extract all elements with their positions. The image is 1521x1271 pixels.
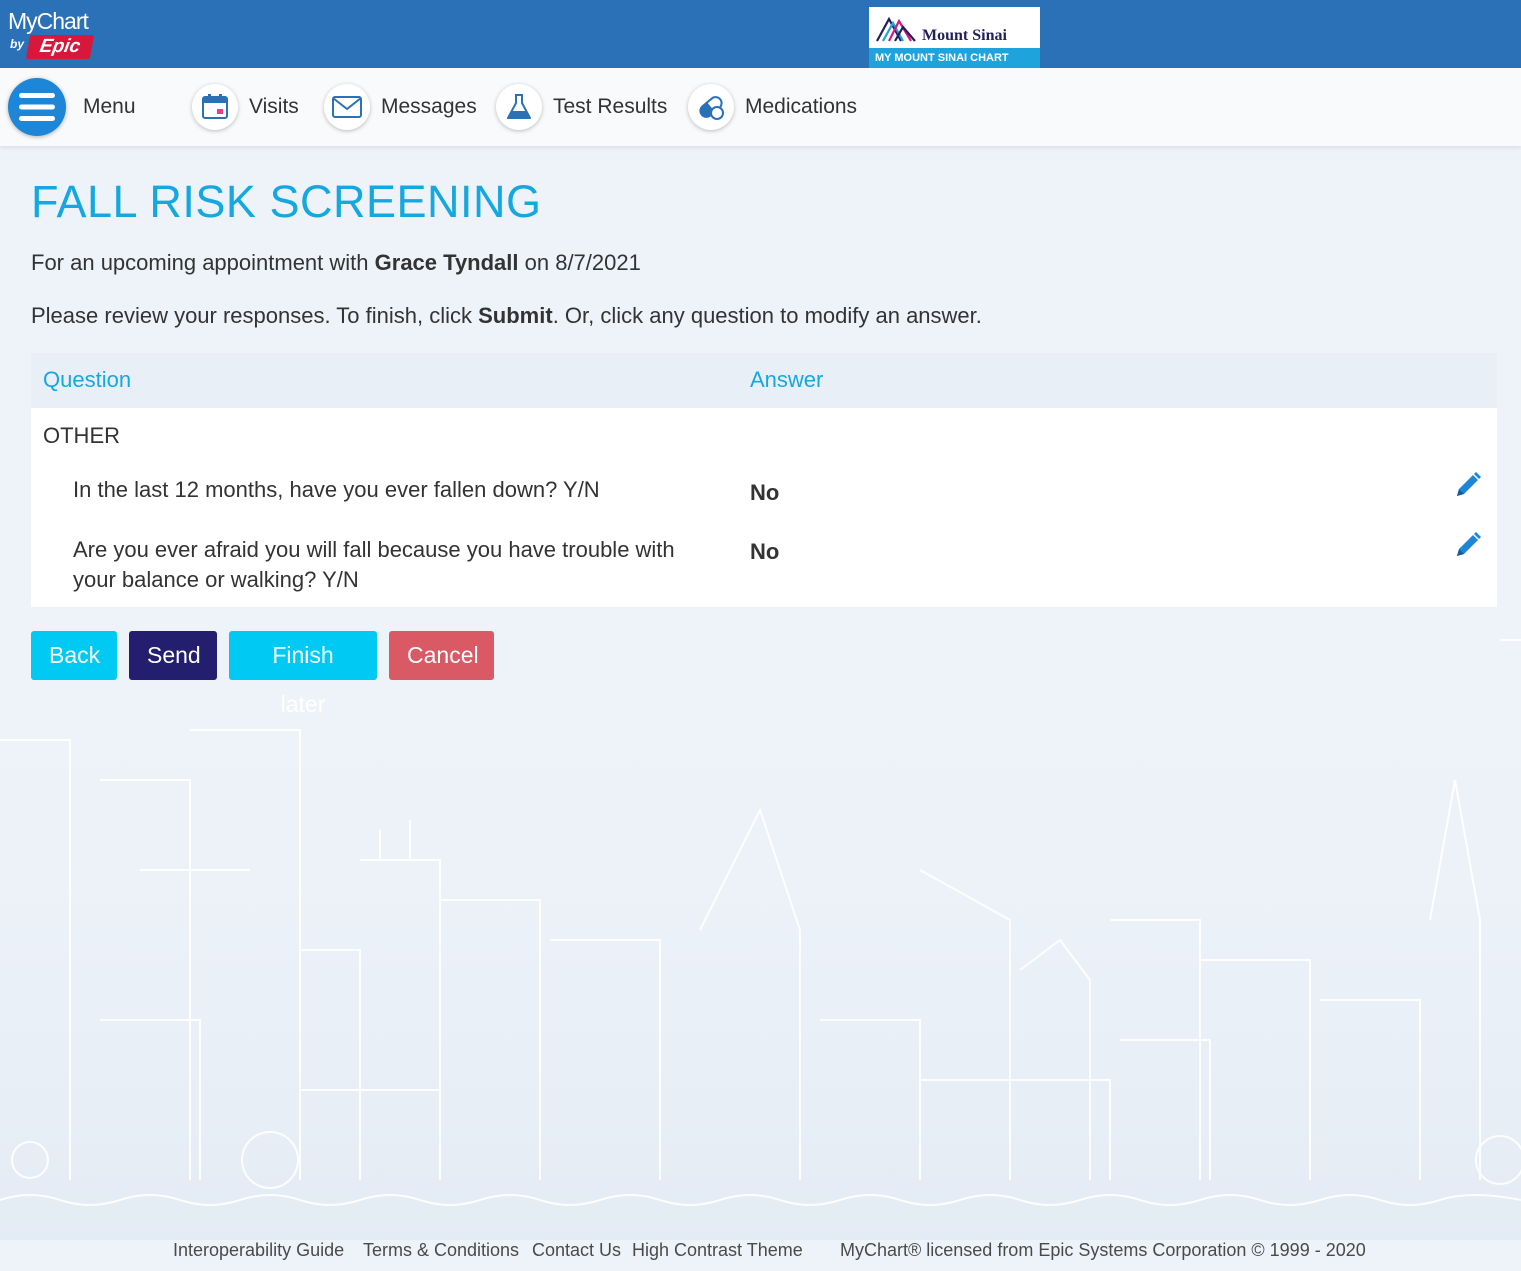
back-button[interactable]: Back (31, 631, 117, 680)
nav-menu-label: Menu (83, 95, 136, 118)
mount-sinai-chart-band: MY MOUNT SINAI CHART (869, 48, 1040, 68)
nav-test-results[interactable]: Test Results (496, 68, 667, 146)
column-answer: Answer (750, 367, 824, 392)
menu-button[interactable] (8, 78, 66, 136)
edit-pencil-icon[interactable] (1453, 530, 1483, 560)
epic-logo: Epic (25, 35, 95, 59)
mount-sinai-name: Mount Sinai (922, 27, 1007, 44)
nav-test-results-label: Test Results (553, 95, 668, 118)
appointment-date: on 8/7/2021 (518, 250, 641, 275)
nav-menu[interactable]: Menu (8, 68, 136, 146)
test-results-button[interactable] (496, 84, 542, 130)
section-label: OTHER (43, 423, 120, 448)
appointment-prefix: For an upcoming appointment with (31, 250, 375, 275)
top-header: MyChart by Epic Mount Sinai MY MOUNT SIN… (0, 0, 1521, 68)
mychart-by-text: by (10, 37, 25, 51)
footer-link-contact[interactable]: Contact Us (532, 1240, 621, 1261)
page-title: FALL RISK SCREENING (31, 176, 542, 227)
responses-table: Question Answer OTHER In the last 12 mon… (31, 353, 1497, 607)
review-suffix: . Or, click any question to modify an an… (552, 303, 982, 328)
answer-text: No (750, 539, 780, 564)
navigation-bar: Menu Visits Messages Test Results Medica… (0, 68, 1521, 146)
table-header: Question Answer (31, 353, 1497, 408)
appointment-info: For an upcoming appointment with Grace T… (31, 250, 641, 276)
envelope-icon (332, 96, 362, 118)
mount-sinai-logo[interactable]: Mount Sinai MY MOUNT SINAI CHART (869, 7, 1040, 68)
medications-button[interactable] (688, 84, 734, 130)
footer-link-high-contrast[interactable]: High Contrast Theme (632, 1240, 803, 1261)
cancel-button[interactable]: Cancel (389, 631, 494, 680)
nav-visits[interactable]: Visits (192, 68, 299, 146)
question-text[interactable]: Are you ever afraid you will fall becaus… (73, 535, 723, 595)
provider-name: Grace Tyndall (374, 250, 519, 275)
mychart-logo[interactable]: MyChart by Epic (8, 8, 98, 64)
edit-pencil-icon[interactable] (1453, 470, 1483, 500)
flask-icon (507, 94, 531, 119)
send-button[interactable]: Send (129, 631, 217, 680)
finish-later-button[interactable]: Finish later (229, 631, 377, 717)
nav-medications[interactable]: Medications (688, 68, 857, 146)
nav-messages-label: Messages (381, 95, 477, 118)
nav-messages[interactable]: Messages (324, 68, 477, 146)
review-prefix: Please review your responses. To finish,… (31, 303, 479, 328)
footer-link-terms[interactable]: Terms & Conditions (363, 1240, 519, 1261)
nav-medications-label: Medications (745, 95, 858, 118)
mychart-wordmark: MyChart (8, 8, 89, 34)
calendar-icon (202, 94, 228, 119)
hamburger-icon (19, 93, 55, 121)
skyline-background (0, 620, 1521, 1240)
nav-visits-label: Visits (249, 95, 299, 118)
question-text[interactable]: In the last 12 months, have you ever fal… (73, 475, 723, 505)
review-submit-word: Submit (478, 303, 553, 328)
answer-text: No (750, 480, 780, 505)
review-instructions: Please review your responses. To finish,… (31, 303, 982, 329)
mount-sinai-mark-icon (876, 16, 916, 42)
messages-button[interactable] (324, 84, 370, 130)
visits-button[interactable] (192, 84, 238, 130)
footer: Interoperability Guide Terms & Condition… (0, 1240, 1521, 1264)
pills-icon (699, 96, 724, 120)
footer-link-interoperability[interactable]: Interoperability Guide (173, 1240, 344, 1261)
column-question: Question (43, 367, 132, 392)
footer-license-text: MyChart® licensed from Epic Systems Corp… (840, 1240, 1366, 1260)
